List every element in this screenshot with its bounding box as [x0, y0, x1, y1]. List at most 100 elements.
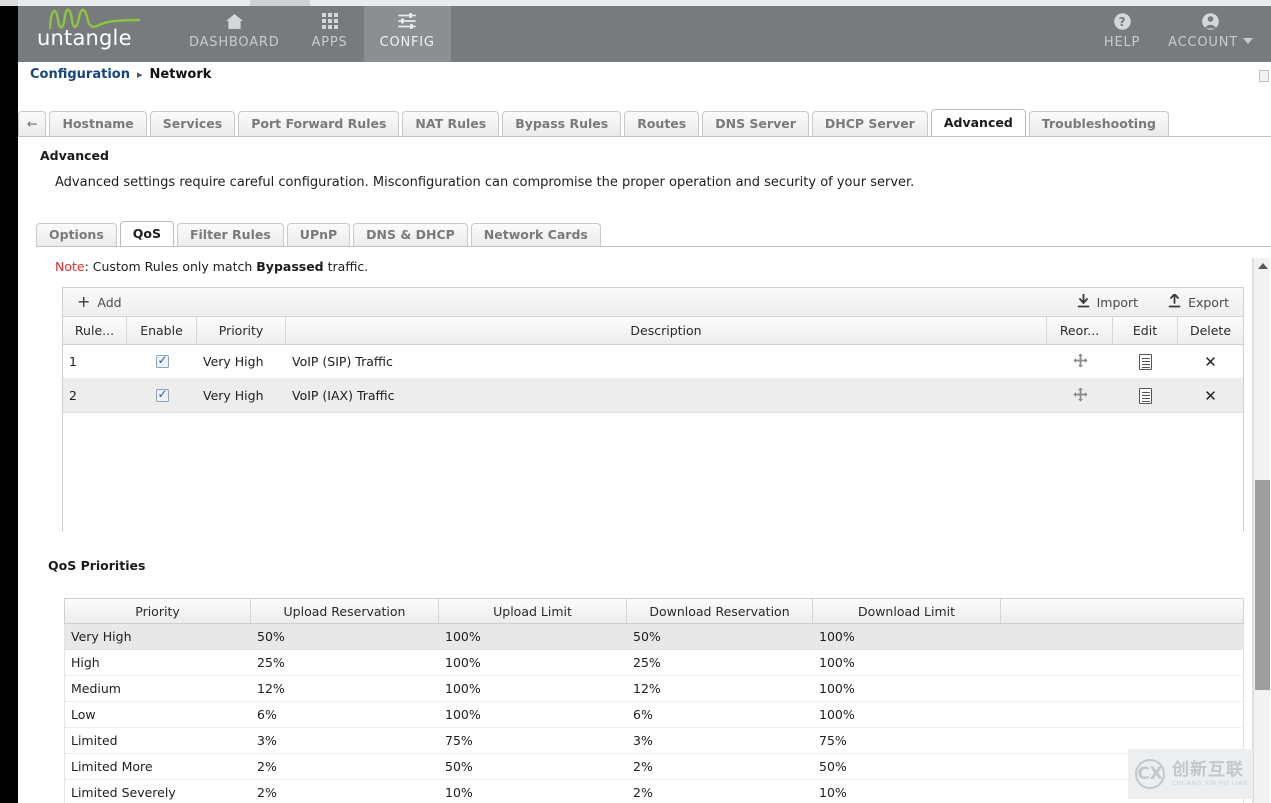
table-row[interactable]: High 25% 100% 25% 100% — [64, 650, 1244, 676]
tab-troubleshooting[interactable]: Troubleshooting — [1028, 111, 1169, 136]
cell-edit[interactable] — [1113, 379, 1178, 412]
tab-dhcp-server[interactable]: DHCP Server — [811, 111, 928, 136]
subtab-qos[interactable]: QoS — [119, 221, 174, 246]
vertical-scrollbar[interactable] — [1253, 258, 1270, 803]
table-row[interactable]: Low 6% 100% 6% 100% — [64, 702, 1244, 728]
cell-reorder[interactable] — [1047, 345, 1113, 378]
table-row[interactable]: 2 Very High VoIP (IAX) Traffic ✕ — [63, 379, 1243, 413]
document-edit-icon[interactable] — [1139, 387, 1152, 404]
column-header-delete[interactable]: Delete — [1178, 317, 1243, 344]
move-handle-icon[interactable] — [1073, 353, 1088, 371]
watermark-en: CHUANG XIN HU LIAN — [1172, 779, 1248, 787]
cell-enable[interactable] — [127, 379, 197, 412]
note-text-before: : Custom Rules only match — [84, 259, 257, 274]
subtab-options[interactable]: Options — [36, 223, 117, 246]
cell-delete[interactable]: ✕ — [1178, 379, 1243, 412]
nav-item-apps[interactable]: APPS — [296, 6, 364, 62]
plus-icon: + — [77, 292, 91, 311]
breadcrumb-corner-button[interactable] — [1259, 70, 1269, 82]
cell-priority: Very High — [203, 388, 264, 403]
qp-cell-priority: Limited Severely — [71, 785, 176, 800]
export-button[interactable]: Export — [1162, 292, 1235, 313]
qp-cell-download-limit: 100% — [819, 707, 855, 722]
table-row[interactable]: 1 Very High VoIP (SIP) Traffic ✕ — [63, 345, 1243, 379]
qp-cell-filler — [1001, 650, 1243, 675]
document-edit-icon[interactable] — [1139, 353, 1152, 370]
column-header-reorder[interactable]: Reor... — [1047, 317, 1113, 344]
qp-cell-download-reservation: 25% — [633, 655, 661, 670]
table-row[interactable]: Limited More 2% 50% 2% 50% — [64, 754, 1244, 780]
nav-label-apps: APPS — [311, 35, 348, 50]
tab-advanced[interactable]: Advanced — [930, 109, 1026, 136]
qp-cell-download-reservation: 2% — [633, 759, 653, 774]
qp-column-header-upload-limit[interactable]: Upload Limit — [439, 599, 627, 623]
table-row[interactable]: Limited 3% 75% 3% 75% — [64, 728, 1244, 754]
close-x-icon[interactable]: ✕ — [1204, 388, 1217, 403]
tab-port-forward-rules[interactable]: Port Forward Rules — [238, 111, 400, 136]
scroll-up-button[interactable] — [1254, 258, 1271, 274]
cell-description: VoIP (IAX) Traffic — [292, 388, 395, 403]
add-rule-button[interactable]: + Add — [71, 293, 128, 312]
close-x-icon[interactable]: ✕ — [1204, 354, 1217, 369]
tab-bypass-rules[interactable]: Bypass Rules — [502, 111, 622, 136]
column-header-rule[interactable]: Rule... — [63, 317, 127, 344]
left-gutter — [0, 6, 18, 803]
import-button[interactable]: Import — [1071, 292, 1145, 313]
untangle-logo[interactable]: untangle — [35, 2, 155, 58]
subtab-filter-rules[interactable]: Filter Rules — [176, 223, 284, 246]
tab-scroll-back-button[interactable]: ← — [18, 111, 47, 136]
nav-item-dashboard[interactable]: DASHBOARD — [173, 6, 296, 62]
qp-cell-download-limit: 100% — [819, 655, 855, 670]
qp-cell-filler — [1001, 624, 1243, 649]
app-header: untangle DASHBOARD APPS CONFIG ? HELP AC… — [18, 6, 1271, 62]
cell-delete[interactable]: ✕ — [1178, 345, 1243, 378]
column-header-description[interactable]: Description — [286, 317, 1047, 344]
tab-routes[interactable]: Routes — [624, 111, 700, 136]
column-header-enable[interactable]: Enable — [127, 317, 197, 344]
subtab-upnp[interactable]: UPnP — [286, 223, 351, 246]
column-header-priority[interactable]: Priority — [197, 317, 286, 344]
tab-dns-server[interactable]: DNS Server — [702, 111, 809, 136]
table-row[interactable]: Very High 50% 100% 50% 100% — [64, 624, 1244, 650]
subtab-dns-dhcp[interactable]: DNS & DHCP — [353, 223, 468, 246]
qp-column-header-filler — [1001, 599, 1243, 623]
table-row[interactable]: Medium 12% 100% 12% 100% — [64, 676, 1244, 702]
enable-checkbox[interactable] — [155, 353, 169, 368]
qp-cell-filler — [1001, 702, 1243, 727]
qp-cell-upload-limit: 100% — [445, 681, 481, 696]
qp-cell-upload-limit: 50% — [445, 759, 473, 774]
cell-enable[interactable] — [127, 345, 197, 378]
qp-cell-download-reservation: 12% — [633, 681, 661, 696]
export-label: Export — [1188, 294, 1229, 310]
subtab-network-cards[interactable]: Network Cards — [470, 223, 601, 246]
column-header-edit[interactable]: Edit — [1113, 317, 1178, 344]
qp-cell-download-limit: 10% — [819, 785, 847, 800]
qp-column-header-priority[interactable]: Priority — [65, 599, 251, 623]
move-handle-icon[interactable] — [1073, 387, 1088, 405]
page-title: Advanced — [40, 148, 109, 163]
tab-services[interactable]: Services — [149, 111, 236, 136]
qp-cell-download-reservation: 2% — [633, 785, 653, 800]
tab-nat-rules[interactable]: NAT Rules — [402, 111, 500, 136]
qos-priorities-table: Priority Upload Reservation Upload Limit… — [64, 598, 1244, 803]
enable-checkbox[interactable] — [155, 387, 169, 402]
qp-column-header-download-limit[interactable]: Download Limit — [813, 599, 1001, 623]
qp-column-header-download-reservation[interactable]: Download Reservation — [627, 599, 813, 623]
nav-item-config[interactable]: CONFIG — [363, 6, 451, 62]
table-row[interactable]: Limited Severely 2% 10% 2% 10% — [64, 780, 1244, 803]
qp-column-header-upload-reservation[interactable]: Upload Reservation — [251, 599, 439, 623]
scrollbar-thumb[interactable] — [1255, 480, 1270, 690]
qp-cell-upload-limit: 100% — [445, 655, 481, 670]
cell-reorder[interactable] — [1047, 379, 1113, 412]
qp-cell-upload-reservation: 3% — [257, 733, 277, 748]
cell-edit[interactable] — [1113, 345, 1178, 378]
add-rule-label: Add — [97, 294, 122, 310]
qp-cell-download-limit: 100% — [819, 629, 855, 644]
nav-item-help[interactable]: ? HELP — [1090, 6, 1154, 62]
nav-item-account[interactable]: ACCOUNT — [1154, 6, 1267, 62]
tab-hostname[interactable]: Hostname — [49, 111, 147, 136]
secondary-nav: ? HELP ACCOUNT — [1090, 6, 1267, 62]
breadcrumb-configuration[interactable]: Configuration — [30, 67, 130, 82]
qp-cell-download-reservation: 3% — [633, 733, 653, 748]
note-keyword: Note — [55, 259, 85, 274]
